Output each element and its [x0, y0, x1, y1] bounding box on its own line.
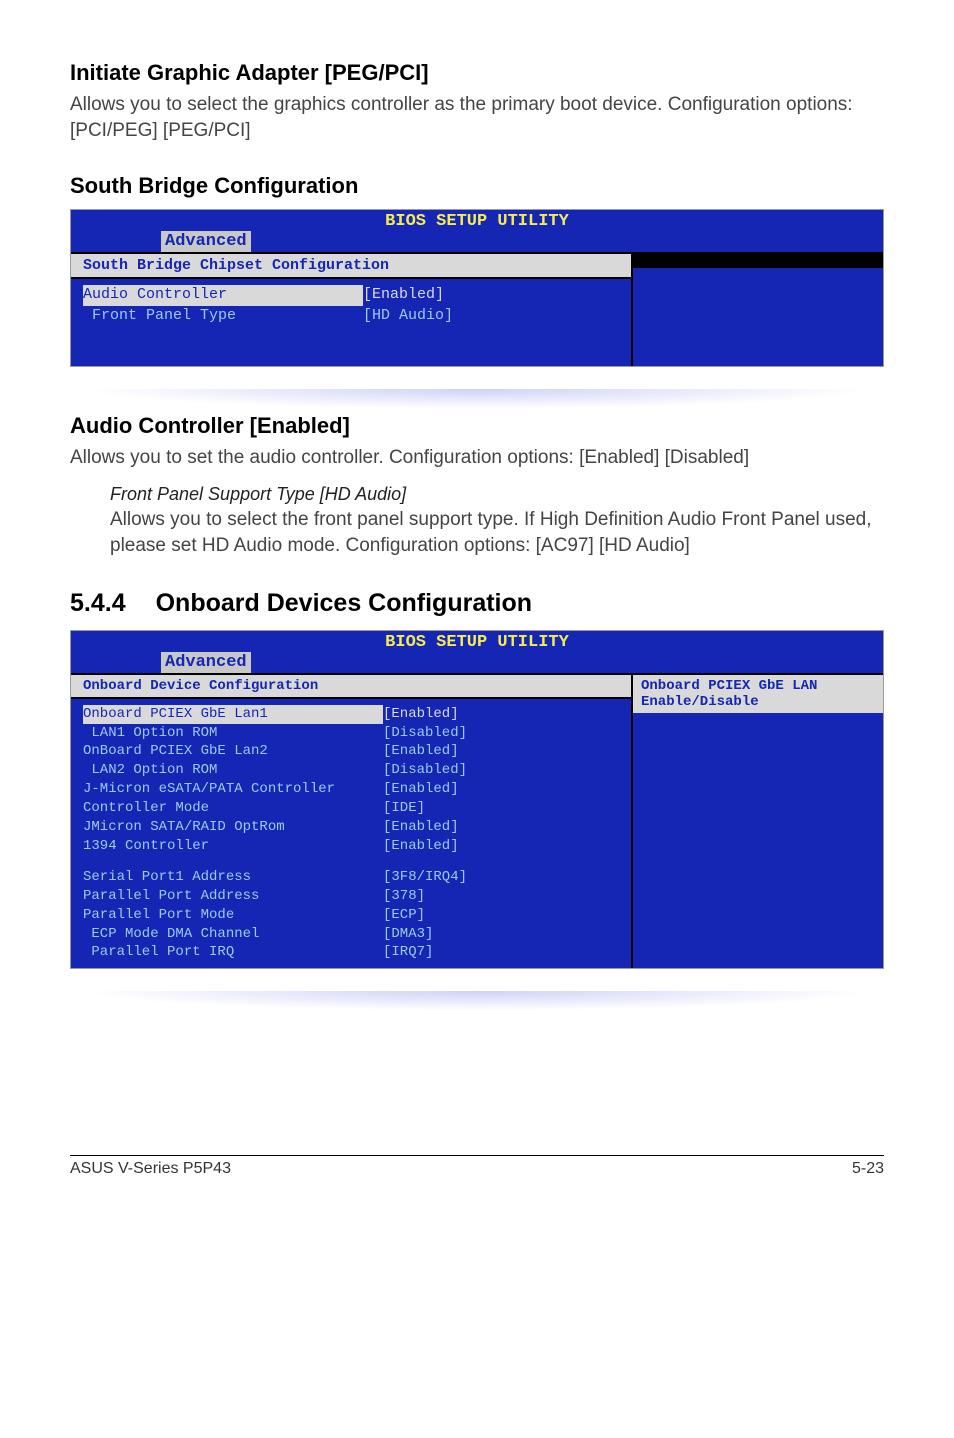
- bios-help-key: ↔: [643, 823, 677, 843]
- para-audio-controller: Allows you to set the audio controller. …: [70, 445, 884, 471]
- bios-setting-row: Onboard PCIEX GbE Lan1[Enabled]: [83, 705, 619, 724]
- subhead-front-panel: Front Panel Support Type [HD Audio]: [110, 484, 874, 505]
- bios-setting-value: [ECP]: [383, 906, 619, 925]
- bios-right-panel: [631, 252, 883, 366]
- bios-setting-value: [Enabled]: [383, 742, 619, 761]
- bios-help-row: ↑↓Select Item: [643, 842, 873, 862]
- bios-screenshot-1: BIOS SETUP UTILITY Advanced South Bridge…: [70, 209, 884, 367]
- bios-setting-row: Parallel Port IRQ[IRQ7]: [83, 943, 619, 962]
- bios-setting-value: [IDE]: [383, 799, 619, 818]
- bios-help-text: Select Item: [677, 842, 769, 862]
- bios-help-top: Onboard PCIEX GbE LAN Enable/Disable: [641, 678, 817, 710]
- bios-setting-label: Audio Controller: [83, 285, 363, 305]
- heading-initiate-graphic: Initiate Graphic Adapter [PEG/PCI]: [70, 60, 884, 86]
- para-initiate-graphic: Allows you to select the graphics contro…: [70, 92, 884, 143]
- bios-setting-row: LAN2 Option ROM[Disabled]: [83, 761, 619, 780]
- bios-setting-row: Controller Mode[IDE]: [83, 799, 619, 818]
- bios-setting-row: Parallel Port Mode[ECP]: [83, 906, 619, 925]
- bios-setting-row: Front Panel Type[HD Audio]: [83, 306, 619, 326]
- bios-setting-label: Front Panel Type: [83, 306, 363, 326]
- footer-page-number: 5-23: [852, 1160, 884, 1178]
- bios-setting-label: Controller Mode: [83, 799, 383, 818]
- bios-setting-value: [3F8/IRQ4]: [383, 868, 619, 887]
- bios-setting-row: Audio Controller[Enabled]: [83, 285, 619, 305]
- bios-setting-value: [Enabled]: [383, 705, 619, 724]
- bios-setting-row: 1394 Controller[Enabled]: [83, 837, 619, 856]
- bios-setting-label: Serial Port1 Address: [83, 868, 383, 887]
- bios-setting-label: LAN2 Option ROM: [83, 761, 383, 780]
- bios-setting-value: [DMA3]: [383, 925, 619, 944]
- bios-help-key: ↑↓: [643, 842, 677, 862]
- section-title: Onboard Devices Configuration: [156, 589, 532, 617]
- bios-setting-row: LAN1 Option ROM[Disabled]: [83, 724, 619, 743]
- bios-tab-advanced: Advanced: [161, 231, 251, 252]
- bios-help-key: +-: [643, 862, 677, 882]
- heading-south-bridge: South Bridge Configuration: [70, 173, 884, 199]
- bios-help-row: F1General Help: [643, 881, 873, 901]
- bios-left-panel: South Bridge Chipset Configuration Audio…: [71, 252, 631, 366]
- bios-title: BIOS SETUP UTILITY: [71, 210, 883, 231]
- bios-setting-label: ECP Mode DMA Channel: [83, 925, 383, 944]
- bios-header: BIOS SETUP UTILITY Advanced: [71, 631, 883, 673]
- bios-setting-row: ECP Mode DMA Channel[DMA3]: [83, 925, 619, 944]
- footer-product: ASUS V-Series P5P43: [70, 1160, 231, 1178]
- bios-setting-value: [Enabled]: [383, 837, 619, 856]
- bios-setting-row: Serial Port1 Address[3F8/IRQ4]: [83, 868, 619, 887]
- bios-help-text: General Help: [677, 881, 778, 901]
- bios-setting-row: JMicron SATA/RAID OptRom[Enabled]: [83, 818, 619, 837]
- bios-help-text: Change Option: [677, 862, 786, 882]
- bios-help-key: F1: [643, 881, 677, 901]
- bios-tab-advanced: Advanced: [161, 652, 251, 673]
- section-number: 5.4.4: [70, 589, 126, 618]
- bios-setting-label: Parallel Port Address: [83, 887, 383, 906]
- bios-screenshot-2: BIOS SETUP UTILITY Advanced Onboard Devi…: [70, 630, 884, 970]
- bios-setting-value: [Disabled]: [383, 724, 619, 743]
- bios-setting-label: OnBoard PCIEX GbE Lan2: [83, 742, 383, 761]
- bios-setting-label: 1394 Controller: [83, 837, 383, 856]
- bios-setting-label: J-Micron eSATA/PATA Controller: [83, 780, 383, 799]
- bios-setting-value: [Disabled]: [383, 761, 619, 780]
- bios-setting-value: [IRQ7]: [383, 943, 619, 962]
- para-front-panel: Allows you to select the front panel sup…: [110, 507, 874, 558]
- bios-setting-value: [Enabled]: [383, 818, 619, 837]
- bios-setting-row: J-Micron eSATA/PATA Controller[Enabled]: [83, 780, 619, 799]
- bios-setting-label: LAN1 Option ROM: [83, 724, 383, 743]
- bios-subheader: South Bridge Chipset Configuration: [71, 252, 631, 279]
- bios-header: BIOS SETUP UTILITY Advanced: [71, 210, 883, 252]
- bios-setting-row: OnBoard PCIEX GbE Lan2[Enabled]: [83, 742, 619, 761]
- bios-setting-label: Parallel Port Mode: [83, 906, 383, 925]
- bios-help-row: ↔Select Screen: [643, 823, 873, 843]
- page-footer: ASUS V-Series P5P43 5-23: [70, 1155, 884, 1178]
- bios-subheader: Onboard Device Configuration: [71, 673, 631, 699]
- bios-setting-value: [Enabled]: [363, 285, 619, 305]
- bios-help-text: Select Screen: [677, 823, 786, 843]
- bios-left-panel: Onboard Device Configuration Onboard PCI…: [71, 673, 631, 969]
- bios-setting-value: [HD Audio]: [363, 306, 619, 326]
- section-heading-onboard: 5.4.4 Onboard Devices Configuration: [70, 589, 884, 618]
- bios-setting-label: Parallel Port IRQ: [83, 943, 383, 962]
- bios-setting-value: [378]: [383, 887, 619, 906]
- bios-setting-label: Onboard PCIEX GbE Lan1: [83, 705, 383, 724]
- bios-setting-row: Parallel Port Address[378]: [83, 887, 619, 906]
- bios-title: BIOS SETUP UTILITY: [71, 631, 883, 652]
- fade-divider: [70, 991, 884, 1015]
- fade-divider: [70, 389, 884, 413]
- bios-setting-label: JMicron SATA/RAID OptRom: [83, 818, 383, 837]
- heading-audio-controller: Audio Controller [Enabled]: [70, 413, 884, 439]
- bios-setting-value: [Enabled]: [383, 780, 619, 799]
- bios-help-row: +-Change Option: [643, 862, 873, 882]
- bios-right-panel: Onboard PCIEX GbE LAN Enable/Disable ↔Se…: [631, 673, 883, 969]
